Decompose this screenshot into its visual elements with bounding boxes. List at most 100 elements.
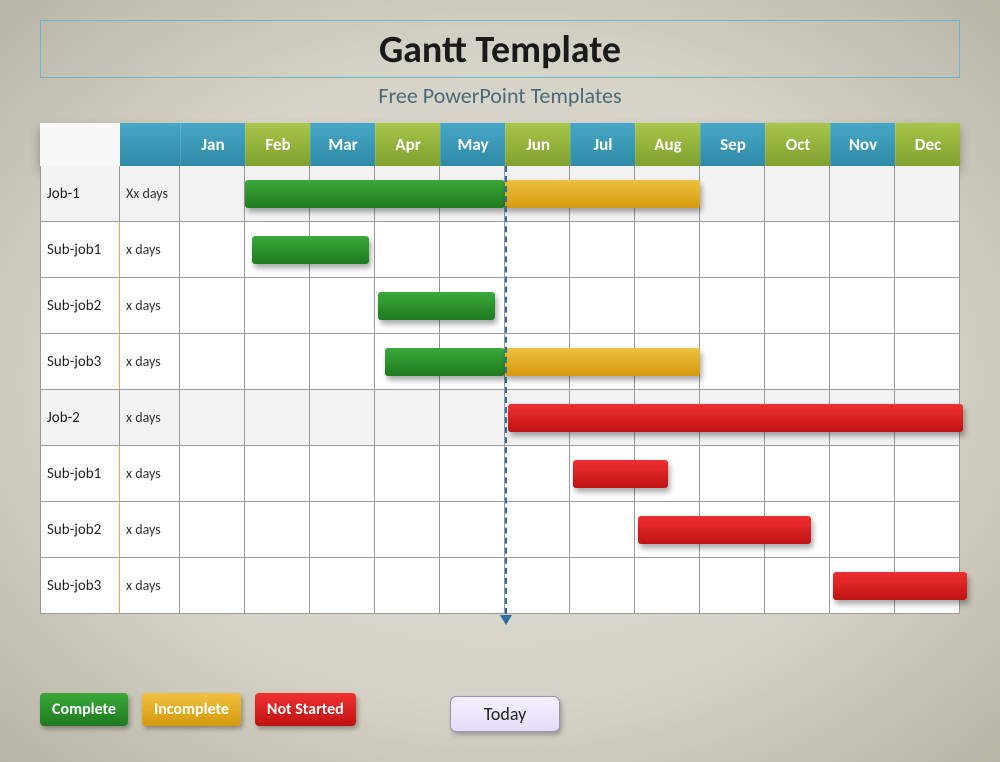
gantt-bar-green: [385, 348, 505, 376]
row-label: Job-2: [40, 390, 120, 446]
month-oct: Oct: [765, 123, 830, 166]
grid-cell: [765, 446, 830, 502]
row-grid: [180, 166, 960, 222]
row-grid: [180, 502, 960, 558]
grid-cell: [440, 222, 505, 278]
grid-cell: [830, 166, 895, 222]
row-label: Sub-job3: [40, 334, 120, 390]
grid-cell: [180, 390, 245, 446]
row-label: Sub-job1: [40, 446, 120, 502]
grid-cell: [765, 558, 830, 614]
grid-cell: [700, 334, 765, 390]
grid-cell: [570, 278, 635, 334]
grid-cell: [700, 278, 765, 334]
grid-cell: [245, 390, 310, 446]
gantt-bar-green: [245, 180, 505, 208]
grid-cell: [245, 278, 310, 334]
legend: Complete Incomplete Not Started: [40, 693, 356, 726]
grid-cell: [765, 334, 830, 390]
grid-cell: [180, 558, 245, 614]
gantt-bar-red: [573, 460, 667, 488]
grid-cell: [245, 502, 310, 558]
month-sep: Sep: [700, 123, 765, 166]
month-apr: Apr: [375, 123, 440, 166]
row-duration: x days: [120, 558, 180, 614]
grid-cell: [375, 390, 440, 446]
gantt-bar-red: [508, 404, 963, 432]
row-duration: x days: [120, 390, 180, 446]
row-duration: x days: [120, 334, 180, 390]
grid-cell: [310, 558, 375, 614]
grid-cell: [765, 278, 830, 334]
row-label: Sub-job2: [40, 502, 120, 558]
gantt-chart: Jan Feb Mar Apr May Jun Jul Aug Sep Oct …: [40, 123, 960, 614]
grid-cell: [700, 222, 765, 278]
gantt-row: Sub-job2x days: [40, 278, 960, 334]
grid-cell: [440, 558, 505, 614]
today-button[interactable]: Today: [450, 696, 560, 732]
grid-cell: [310, 502, 375, 558]
grid-cell: [895, 166, 960, 222]
grid-cell: [700, 166, 765, 222]
grid-cell: [505, 278, 570, 334]
row-duration: Xx days: [120, 166, 180, 222]
gantt-bar-yellow: [505, 180, 700, 208]
row-label: Job-1: [40, 166, 120, 222]
legend-not-started: Not Started: [255, 693, 356, 726]
grid-cell: [505, 446, 570, 502]
grid-cell: [440, 446, 505, 502]
grid-cell: [245, 334, 310, 390]
grid-cell: [895, 334, 960, 390]
gantt-row: Sub-job1x days: [40, 446, 960, 502]
row-label: Sub-job2: [40, 278, 120, 334]
grid-cell: [700, 446, 765, 502]
header-corner: [40, 123, 120, 166]
row-grid: [180, 334, 960, 390]
grid-cell: [830, 502, 895, 558]
grid-cell: [895, 446, 960, 502]
grid-cell: [895, 502, 960, 558]
row-grid: [180, 222, 960, 278]
row-label: Sub-job1: [40, 222, 120, 278]
row-duration: x days: [120, 222, 180, 278]
gantt-bar-red: [833, 572, 966, 600]
grid-cell: [570, 502, 635, 558]
gantt-bar-green: [252, 236, 369, 264]
grid-cell: [635, 558, 700, 614]
grid-cell: [765, 222, 830, 278]
grid-cell: [570, 222, 635, 278]
grid-cell: [635, 222, 700, 278]
row-grid: [180, 446, 960, 502]
chevron-down-icon: [500, 615, 512, 625]
grid-cell: [505, 502, 570, 558]
gantt-rows: Job-1Xx daysSub-job1x daysSub-job2x days…: [40, 166, 960, 614]
row-duration: x days: [120, 446, 180, 502]
grid-cell: [375, 446, 440, 502]
row-duration: x days: [120, 278, 180, 334]
grid-cell: [375, 222, 440, 278]
month-mar: Mar: [310, 123, 375, 166]
grid-cell: [765, 166, 830, 222]
row-duration: x days: [120, 502, 180, 558]
row-grid: [180, 278, 960, 334]
grid-cell: [830, 446, 895, 502]
month-header: Jan Feb Mar Apr May Jun Jul Aug Sep Oct …: [40, 123, 960, 166]
gantt-row: Sub-job2x days: [40, 502, 960, 558]
month-may: May: [440, 123, 505, 166]
gantt-row: Sub-job3x days: [40, 558, 960, 614]
page-title: Gantt Template: [41, 27, 959, 73]
title-box: Gantt Template: [40, 20, 960, 78]
month-jul: Jul: [570, 123, 635, 166]
grid-cell: [310, 390, 375, 446]
grid-cell: [700, 558, 765, 614]
grid-cell: [505, 222, 570, 278]
grid-cell: [635, 278, 700, 334]
grid-cell: [830, 334, 895, 390]
grid-cell: [180, 222, 245, 278]
gantt-row: Job-2x days: [40, 390, 960, 446]
grid-cell: [180, 166, 245, 222]
header-duration-col: [120, 123, 180, 166]
gantt-row: Sub-job3x days: [40, 334, 960, 390]
grid-cell: [310, 278, 375, 334]
gantt-bar-green: [378, 292, 495, 320]
